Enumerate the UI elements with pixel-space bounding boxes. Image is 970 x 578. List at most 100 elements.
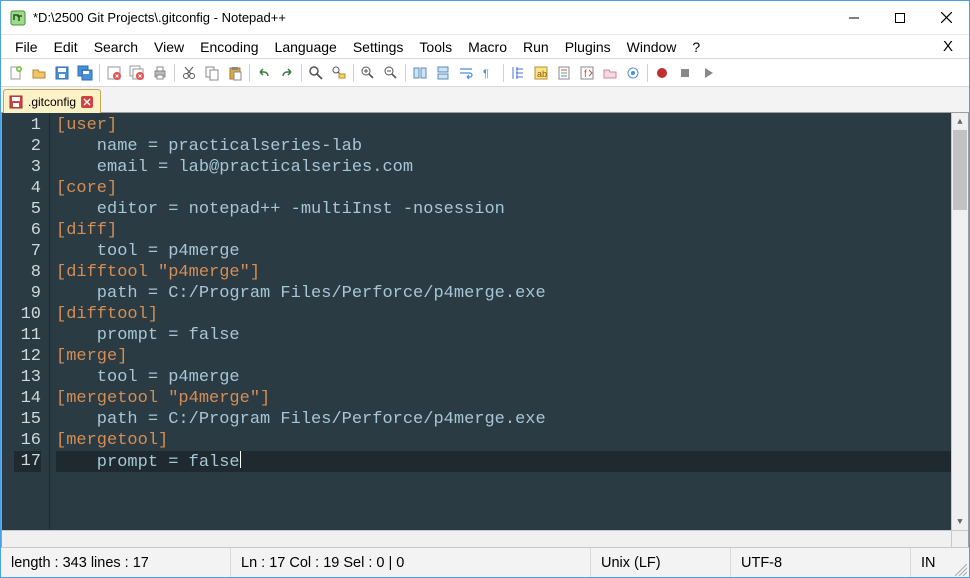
close-button[interactable] — [923, 1, 969, 34]
tab-gitconfig[interactable]: .gitconfig — [3, 89, 101, 113]
line-number: 11 — [14, 325, 41, 346]
line-number: 5 — [14, 199, 41, 220]
close-file-icon[interactable] — [103, 62, 125, 84]
separator — [301, 64, 302, 82]
line-number: 13 — [14, 367, 41, 388]
separator — [174, 64, 175, 82]
line-number: 1 — [14, 115, 41, 136]
indent-guide-icon[interactable] — [507, 62, 529, 84]
line-number: 7 — [14, 241, 41, 262]
code-line[interactable]: tool = p4merge — [56, 241, 968, 262]
menu-macro[interactable]: Macro — [460, 37, 515, 57]
status-length: length : 343 lines : 17 — [1, 548, 231, 577]
redo-icon[interactable] — [276, 62, 298, 84]
zoom-in-icon[interactable] — [357, 62, 379, 84]
func-list-icon[interactable]: f — [576, 62, 598, 84]
wordwrap-icon[interactable] — [455, 62, 477, 84]
menu-tools[interactable]: Tools — [411, 37, 460, 57]
line-number: 9 — [14, 283, 41, 304]
code-line[interactable]: prompt = false — [56, 451, 968, 472]
menu-file[interactable]: File — [7, 37, 46, 57]
scroll-thumb[interactable] — [953, 130, 967, 210]
menu-help[interactable]: ? — [684, 37, 708, 57]
line-number: 15 — [14, 409, 41, 430]
tab-bar: .gitconfig — [1, 87, 969, 113]
user-lang-icon[interactable]: ab — [530, 62, 552, 84]
editor[interactable]: 1234567891011121314151617 [user] name = … — [1, 113, 969, 547]
folder-icon[interactable] — [599, 62, 621, 84]
close-all-icon[interactable] — [126, 62, 148, 84]
code-line[interactable]: [mergetool] — [56, 430, 968, 451]
print-icon[interactable] — [149, 62, 171, 84]
cut-icon[interactable] — [178, 62, 200, 84]
line-number: 4 — [14, 178, 41, 199]
horizontal-scrollbar[interactable] — [2, 530, 951, 547]
monitor-icon[interactable] — [622, 62, 644, 84]
code-line[interactable]: [mergetool "p4merge"] — [56, 388, 968, 409]
status-mode[interactable]: IN — [911, 548, 951, 577]
line-number: 8 — [14, 262, 41, 283]
show-all-chars-icon[interactable]: ¶ — [478, 62, 500, 84]
window-title: *D:\2500 Git Projects\.gitconfig - Notep… — [33, 10, 831, 25]
code-line[interactable]: email = lab@practicalseries.com — [56, 157, 968, 178]
code-line[interactable]: path = C:/Program Files/Perforce/p4merge… — [56, 409, 968, 430]
sync-h-icon[interactable] — [432, 62, 454, 84]
menu-edit[interactable]: Edit — [46, 37, 86, 57]
menu-language[interactable]: Language — [267, 37, 345, 57]
code-line[interactable]: name = practicalseries-lab — [56, 136, 968, 157]
status-encoding[interactable]: UTF-8 — [731, 548, 911, 577]
copy-icon[interactable] — [201, 62, 223, 84]
scroll-down-icon[interactable]: ▼ — [952, 513, 968, 530]
text-cursor — [240, 451, 241, 468]
app-icon — [9, 9, 27, 27]
undo-icon[interactable] — [253, 62, 275, 84]
code-line[interactable]: [core] — [56, 178, 968, 199]
code-line[interactable]: [user] — [56, 115, 968, 136]
vertical-scrollbar[interactable]: ▲ ▼ — [951, 113, 968, 530]
status-eol[interactable]: Unix (LF) — [591, 548, 731, 577]
code-line[interactable]: editor = notepad++ -multiInst -nosession — [56, 199, 968, 220]
menu-window[interactable]: Window — [619, 37, 685, 57]
sync-v-icon[interactable] — [409, 62, 431, 84]
save-icon[interactable] — [51, 62, 73, 84]
stop-macro-icon[interactable] — [674, 62, 696, 84]
menu-plugins[interactable]: Plugins — [557, 37, 619, 57]
new-file-icon[interactable] — [5, 62, 27, 84]
document-close-x[interactable]: X — [933, 36, 963, 57]
menu-run[interactable]: Run — [515, 37, 557, 57]
line-number: 12 — [14, 346, 41, 367]
maximize-button[interactable] — [877, 1, 923, 34]
minimize-button[interactable] — [831, 1, 877, 34]
doc-map-icon[interactable] — [553, 62, 575, 84]
paste-icon[interactable] — [224, 62, 246, 84]
unsaved-indicator-icon — [8, 94, 24, 110]
record-macro-icon[interactable] — [651, 62, 673, 84]
code-line[interactable]: path = C:/Program Files/Perforce/p4merge… — [56, 283, 968, 304]
code-line[interactable]: [difftool "p4merge"] — [56, 262, 968, 283]
line-number: 10 — [14, 304, 41, 325]
code-line[interactable]: tool = p4merge — [56, 367, 968, 388]
play-macro-icon[interactable] — [697, 62, 719, 84]
separator — [503, 64, 504, 82]
menu-encoding[interactable]: Encoding — [192, 37, 266, 57]
resize-grip-icon[interactable] — [951, 548, 969, 578]
open-file-icon[interactable] — [28, 62, 50, 84]
tab-close-icon[interactable] — [80, 95, 94, 109]
find-icon[interactable] — [305, 62, 327, 84]
svg-text:ab: ab — [537, 69, 547, 79]
menu-settings[interactable]: Settings — [345, 37, 412, 57]
code-line[interactable]: prompt = false — [56, 325, 968, 346]
code-line[interactable]: [diff] — [56, 220, 968, 241]
menu-view[interactable]: View — [146, 37, 192, 57]
scroll-corner — [951, 530, 968, 547]
code-area[interactable]: [user] name = practicalseries-lab email … — [50, 113, 968, 547]
scroll-up-icon[interactable]: ▲ — [952, 113, 968, 130]
line-number-gutter: 1234567891011121314151617 — [2, 113, 50, 547]
save-all-icon[interactable] — [74, 62, 96, 84]
tab-label: .gitconfig — [28, 95, 76, 109]
zoom-out-icon[interactable] — [380, 62, 402, 84]
code-line[interactable]: [difftool] — [56, 304, 968, 325]
menu-search[interactable]: Search — [86, 37, 146, 57]
code-line[interactable]: [merge] — [56, 346, 968, 367]
replace-icon[interactable] — [328, 62, 350, 84]
